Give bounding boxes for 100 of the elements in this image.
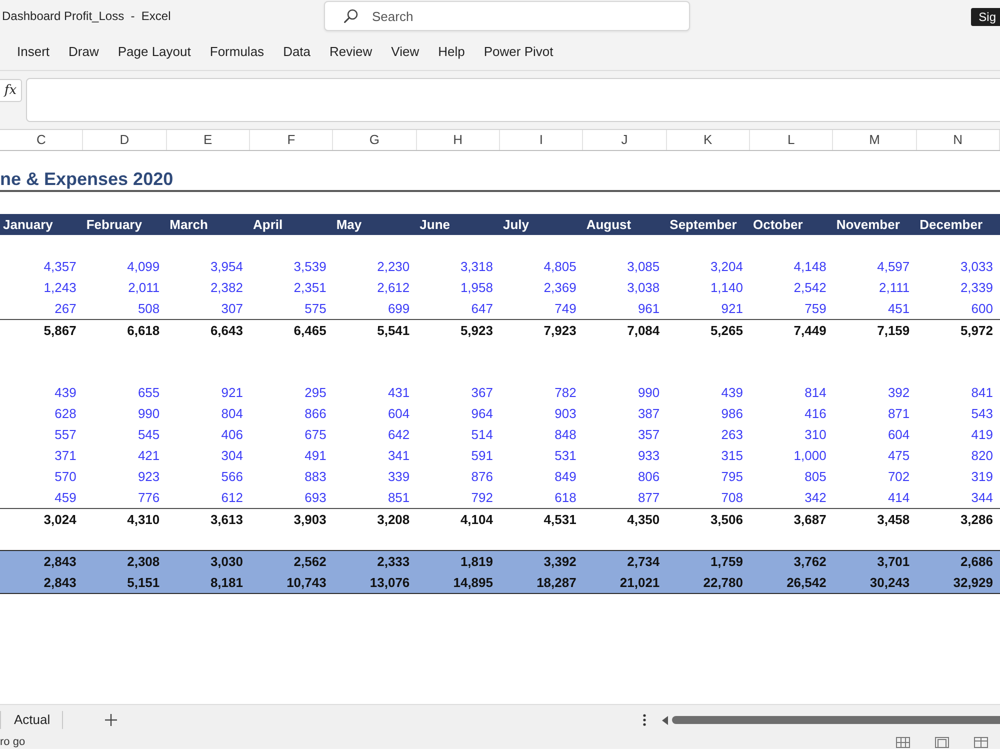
column-header[interactable]: L: [750, 130, 834, 150]
table-cell: 545: [138, 427, 160, 442]
table-cell: 421: [138, 448, 160, 463]
split-page-icon[interactable]: [974, 736, 988, 748]
table-cell: 903: [554, 406, 576, 421]
total-cell: 4,531: [544, 512, 576, 527]
month-label: January: [2, 217, 53, 232]
search-field[interactable]: Search: [324, 1, 690, 31]
column-header[interactable]: C: [0, 130, 84, 150]
table-cell: 543: [971, 406, 993, 421]
column-header[interactable]: E: [166, 130, 250, 150]
table-cell: 416: [804, 406, 826, 421]
table-cell: 357: [638, 427, 660, 442]
status-text: ro go: [0, 736, 26, 748]
ribbon-tab[interactable]: Draw: [68, 40, 99, 62]
account-button[interactable]: Sig: [970, 8, 1000, 26]
table-cell: 923: [138, 469, 160, 484]
more-options-icon[interactable]: [643, 714, 646, 726]
table-cell: 628: [54, 406, 76, 421]
table-cell: 655: [138, 385, 160, 400]
column-header[interactable]: J: [583, 130, 667, 150]
table-cell: 2,369: [544, 280, 576, 295]
table-cell: 491: [304, 448, 326, 463]
table-cell: 877: [638, 490, 660, 505]
scrollbar-thumb[interactable]: [672, 716, 1000, 724]
table-cell: 805: [804, 469, 826, 484]
column-header[interactable]: M: [833, 130, 917, 150]
sheet-title: ne & Expenses 2020: [0, 169, 174, 190]
table-cell: 871: [888, 406, 910, 421]
column-header[interactable]: F: [250, 130, 334, 150]
table-cell: 3,085: [627, 259, 660, 274]
table-cell: 315: [721, 448, 743, 463]
total-cell: 3,903: [294, 512, 326, 527]
column-header[interactable]: N: [916, 130, 1000, 150]
table-cell: 841: [971, 385, 993, 400]
table-cell: 575: [304, 301, 326, 316]
total-cell: 5,923: [460, 323, 493, 338]
ribbon-tab[interactable]: Power Pivot: [484, 40, 554, 62]
summary-cell: 13,076: [370, 575, 410, 590]
grid-icon[interactable]: [896, 736, 910, 748]
table-cell: 759: [804, 301, 826, 316]
column-header[interactable]: H: [416, 130, 500, 150]
table-cell: 566: [221, 469, 243, 484]
table-cell: 419: [971, 427, 993, 442]
ribbon-tab[interactable]: Data: [283, 40, 311, 62]
summary-cell: 3,762: [794, 554, 826, 569]
table-cell: 921: [221, 385, 243, 400]
column-header[interactable]: I: [500, 130, 584, 150]
table-cell: 3,038: [627, 280, 660, 295]
table-cell: 792: [471, 490, 493, 505]
table-cell: 459: [54, 490, 76, 505]
table-cell: 851: [388, 490, 410, 505]
table-cell: 508: [138, 301, 160, 316]
table-cell: 749: [554, 301, 576, 316]
table-cell: 1,958: [460, 280, 493, 295]
summary-cell: 2,562: [294, 554, 326, 569]
total-cell: 5,541: [377, 323, 410, 338]
insert-function-button[interactable]: fx: [0, 79, 22, 102]
summary-cell: 26,542: [786, 575, 826, 590]
scroll-left-icon[interactable]: [662, 716, 668, 724]
ribbon-tab[interactable]: View: [391, 40, 420, 62]
page-icon[interactable]: [935, 736, 949, 748]
table-cell: 295: [304, 385, 326, 400]
total-cell: 5,867: [44, 323, 76, 338]
ribbon-tab[interactable]: Review: [330, 40, 372, 62]
table-cell: 2,230: [377, 259, 410, 274]
table-cell: 964: [471, 406, 493, 421]
table-cell: 439: [54, 385, 76, 400]
plus-icon[interactable]: [105, 714, 118, 726]
table-cell: 866: [304, 406, 326, 421]
column-header[interactable]: D: [83, 130, 167, 150]
table-cell: 4,357: [44, 259, 76, 274]
month-label: November: [835, 217, 900, 232]
summary-cell: 5,151: [127, 575, 160, 590]
ribbon-tab[interactable]: Page Layout: [118, 40, 191, 62]
total-cell: 6,465: [294, 323, 326, 338]
total-cell: 6,618: [127, 323, 160, 338]
table-cell: 990: [638, 385, 660, 400]
table-cell: 2,382: [210, 280, 243, 295]
total-cell: 4,350: [627, 512, 660, 527]
ribbon-tab[interactable]: Formulas: [210, 40, 264, 62]
table-cell: 604: [888, 427, 910, 442]
table-cell: 570: [54, 469, 76, 484]
ribbon-tab[interactable]: Help: [438, 40, 465, 62]
total-cell: 5,972: [960, 323, 993, 338]
table-cell: 371: [54, 448, 76, 463]
month-label: February: [85, 217, 142, 232]
table-cell: 304: [221, 448, 243, 463]
total-cell: 3,506: [710, 512, 743, 527]
table-cell: 986: [721, 406, 743, 421]
sheet-tab[interactable]: Actual: [0, 711, 64, 729]
column-header[interactable]: K: [666, 130, 750, 150]
table-cell: 531: [554, 448, 576, 463]
formula-input[interactable]: [26, 78, 1000, 122]
ribbon-tab[interactable]: Insert: [17, 40, 50, 62]
month-label: December: [918, 217, 983, 232]
summary-cell: 32,929: [953, 575, 993, 590]
table-cell: 693: [304, 490, 326, 505]
table-cell: 2,351: [294, 280, 326, 295]
column-header[interactable]: G: [333, 130, 417, 150]
